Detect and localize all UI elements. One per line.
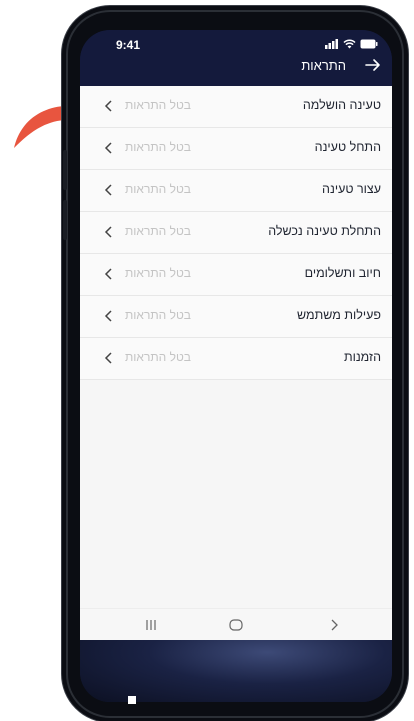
home-wallpaper [80, 640, 392, 702]
home-icon[interactable] [226, 615, 246, 635]
phone-screen: 9:41 התראות טעינה הושלמה בטל התראות התחל… [80, 30, 392, 702]
disable-notifications-link[interactable]: בטל התראות [125, 182, 191, 196]
list-item-title: התחלת טעינה נכשלה [268, 224, 381, 238]
recent-apps-icon[interactable] [141, 615, 161, 635]
disable-notifications-link[interactable]: בטל התראות [125, 350, 191, 364]
chevron-left-icon [104, 184, 112, 196]
disable-notifications-link[interactable]: בטל התראות [125, 308, 191, 322]
list-item[interactable]: התחלת טעינה נכשלה בטל התראות [80, 212, 392, 254]
list-item[interactable]: התחל טעינה בטל התראות [80, 128, 392, 170]
list-item[interactable]: פעילות משתמש בטל התראות [80, 296, 392, 338]
list-item[interactable]: טעינה הושלמה בטל התראות [80, 86, 392, 128]
disable-notifications-link[interactable]: בטל התראות [125, 140, 191, 154]
status-time: 9:41 [116, 38, 141, 52]
disable-notifications-link[interactable]: בטל התראות [125, 224, 191, 238]
disable-notifications-link[interactable]: בטל התראות [125, 266, 191, 280]
volume-button [63, 150, 67, 190]
list-item-title: פעילות משתמש [297, 308, 381, 322]
disable-notifications-link[interactable]: בטל התראות [125, 98, 191, 112]
page-title: התראות [301, 58, 346, 73]
status-icons [325, 38, 378, 50]
list-item[interactable]: עצור טעינה בטל התראות [80, 170, 392, 212]
list-item-title: עצור טעינה [322, 182, 381, 196]
chevron-left-icon [104, 352, 112, 364]
list-item-title: הזמנות [343, 350, 381, 364]
battery-icon [360, 39, 378, 49]
list-item-title: טעינה הושלמה [302, 98, 381, 112]
signal-icon [325, 39, 338, 49]
list-item[interactable]: הזמנות בטל התראות [80, 338, 392, 380]
chevron-left-icon [104, 268, 112, 280]
list-item[interactable]: חיוב ותשלומים בטל התראות [80, 254, 392, 296]
home-indicator [128, 696, 136, 704]
chevron-left-icon [104, 142, 112, 154]
volume-button [63, 200, 67, 240]
app-header: 9:41 התראות [80, 30, 392, 86]
system-nav-bar [80, 608, 392, 641]
notification-settings-list: טעינה הושלמה בטל התראות התחל טעינה בטל ה… [80, 86, 392, 640]
back-chevron-icon[interactable] [324, 615, 344, 635]
chevron-left-icon [104, 226, 112, 238]
list-item-title: התחל טעינה [314, 140, 381, 154]
wifi-icon [343, 39, 356, 49]
chevron-left-icon [104, 310, 112, 322]
back-arrow-icon[interactable] [362, 54, 384, 76]
chevron-left-icon [104, 100, 112, 112]
list-item-title: חיוב ותשלומים [304, 266, 381, 280]
